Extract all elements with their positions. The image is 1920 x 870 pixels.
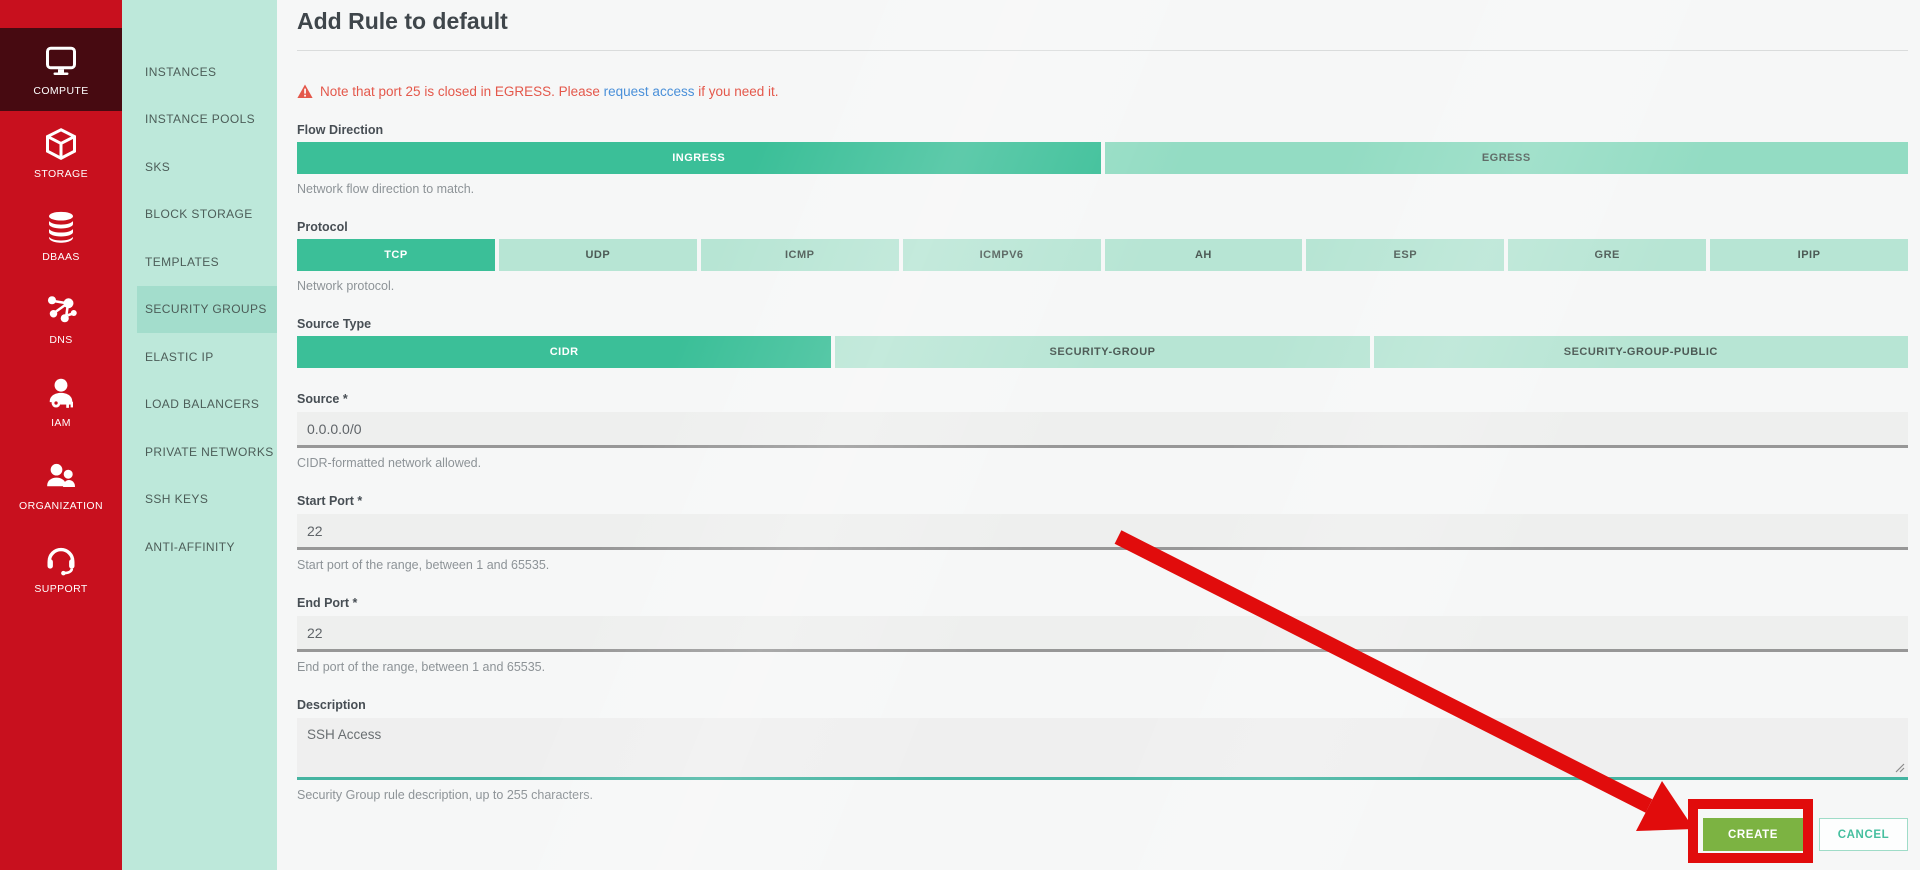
source-type-label: Source Type [297, 317, 372, 331]
nav-item-iam[interactable]: IAM [0, 360, 122, 443]
start-port-label: Start Port * [297, 494, 363, 508]
submenu-item-block-storage[interactable]: BLOCK STORAGE [122, 191, 277, 239]
form-actions: CREATE CANCEL [297, 818, 1908, 851]
nav-item-label: ORGANIZATION [19, 500, 103, 512]
people-icon [42, 457, 80, 495]
user-key-icon [42, 374, 80, 412]
nav-item-dbaas[interactable]: DBAAS [0, 194, 122, 277]
submenu-item-private-networks[interactable]: PRIVATE NETWORKS [122, 428, 277, 476]
description-help: Security Group rule description, up to 2… [297, 788, 593, 802]
source-type-segments: CIDR SECURITY-GROUP SECURITY-GROUP-PUBLIC [297, 336, 1908, 368]
submenu-item-load-balancers[interactable]: LOAD BALANCERS [122, 381, 277, 429]
segment-udp[interactable]: UDP [498, 239, 697, 271]
submenu-item-security-groups[interactable]: SECURITY GROUPS [137, 285, 277, 333]
nav-item-label: IAM [51, 417, 71, 429]
description-label: Description [297, 698, 366, 712]
headset-icon [42, 540, 80, 578]
cancel-button[interactable]: CANCEL [1819, 818, 1908, 851]
page-title: Add Rule to default [297, 8, 508, 34]
submenu-item-ssh-keys[interactable]: SSH KEYS [122, 476, 277, 524]
nav-item-storage[interactable]: STORAGE [0, 111, 122, 194]
warning-triangle-icon [297, 84, 313, 98]
nav-item-organization[interactable]: ORGANIZATION [0, 443, 122, 526]
submenu-item-templates[interactable]: TEMPLATES [122, 238, 277, 286]
start-port-help: Start port of the range, between 1 and 6… [297, 558, 550, 572]
start-port-input[interactable] [297, 514, 1908, 550]
protocol-help: Network protocol. [297, 279, 395, 293]
main-content: Add Rule to default Note that port 25 is… [277, 0, 1920, 870]
description-wrap: SSH Access [297, 718, 1908, 780]
network-nodes-icon [42, 291, 80, 329]
segment-cidr[interactable]: CIDR [297, 336, 832, 368]
divider [297, 50, 1908, 51]
monitor-icon [42, 42, 80, 80]
source-input[interactable] [297, 412, 1908, 448]
source-help: CIDR-formatted network allowed. [297, 456, 482, 470]
segment-icmp[interactable]: ICMP [700, 239, 899, 271]
submenu-item-elastic-ip[interactable]: ELASTIC IP [122, 333, 277, 381]
cube-icon [42, 125, 80, 163]
submenu-item-anti-affinity[interactable]: ANTI-AFFINITY [122, 523, 277, 571]
submenu-item-instances[interactable]: INSTANCES [122, 48, 277, 96]
end-port-label: End Port * [297, 596, 358, 610]
nav-item-compute[interactable]: COMPUTE [0, 28, 122, 111]
submenu-item-sks[interactable]: SKS [122, 143, 277, 191]
nav-rail: COMPUTE STORAGE DBAAS DNS IAM ORGANIZATION SUP… [0, 0, 122, 870]
flow-direction-segments: INGRESS EGRESS [297, 142, 1908, 174]
database-icon [42, 208, 80, 246]
protocol-label: Protocol [297, 220, 348, 234]
protocol-segments: TCP UDP ICMP ICMPV6 AH ESP GRE IPIP [297, 239, 1908, 271]
segment-tcp[interactable]: TCP [297, 239, 495, 271]
end-port-help: End port of the range, between 1 and 655… [297, 660, 546, 674]
nav-item-support[interactable]: SUPPORT [0, 526, 122, 609]
end-port-input[interactable] [297, 616, 1908, 652]
description-input[interactable]: SSH Access [297, 718, 1908, 780]
submenu-item-instance-pools[interactable]: INSTANCE POOLS [122, 96, 277, 144]
segment-ah[interactable]: AH [1104, 239, 1303, 271]
segment-security-group[interactable]: SECURITY-GROUP [835, 336, 1370, 368]
nav-item-label: DNS [49, 334, 73, 346]
flow-direction-label: Flow Direction [297, 123, 384, 137]
segment-esp[interactable]: ESP [1306, 239, 1505, 271]
source-label: Source * [297, 392, 348, 406]
resize-handle-icon[interactable] [1895, 763, 1905, 773]
port25-warning: Note that port 25 is closed in EGRESS. P… [297, 84, 1908, 99]
warning-text: Note that port 25 is closed in EGRESS. P… [320, 84, 779, 99]
segment-icmpv6[interactable]: ICMPV6 [902, 239, 1101, 271]
compute-submenu: INSTANCES INSTANCE POOLS SKS BLOCK STORAGE T… [122, 0, 277, 870]
nav-item-label: DBAAS [42, 251, 80, 263]
request-access-link[interactable]: request access [604, 84, 695, 99]
nav-item-dns[interactable]: DNS [0, 277, 122, 360]
create-button[interactable]: CREATE [1703, 818, 1803, 851]
segment-gre[interactable]: GRE [1508, 239, 1707, 271]
nav-item-label: STORAGE [34, 168, 88, 180]
nav-item-label: SUPPORT [34, 583, 88, 595]
segment-ipip[interactable]: IPIP [1710, 239, 1908, 271]
nav-item-label: COMPUTE [33, 85, 89, 97]
segment-ingress[interactable]: INGRESS [297, 142, 1101, 174]
segment-security-group-public[interactable]: SECURITY-GROUP-PUBLIC [1373, 336, 1908, 368]
flow-direction-help: Network flow direction to match. [297, 182, 475, 196]
segment-egress[interactable]: EGRESS [1104, 142, 1908, 174]
